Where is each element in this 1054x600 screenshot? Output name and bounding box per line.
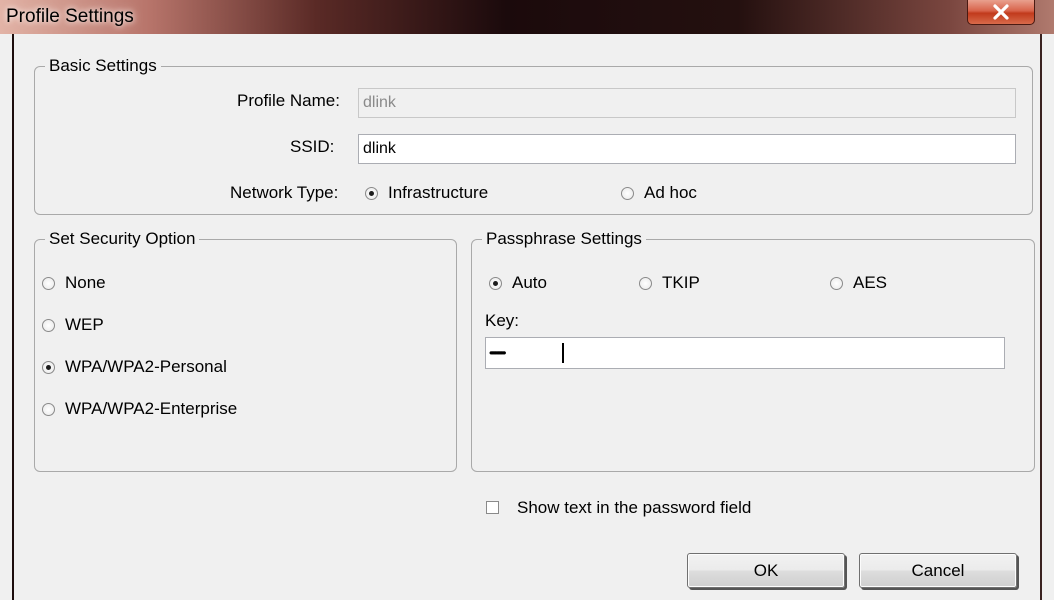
security-none-label: None <box>65 273 106 292</box>
key-label: Key: <box>485 311 520 330</box>
security-none-radio[interactable]: None <box>42 272 106 294</box>
text-caret <box>562 343 564 363</box>
profile-name-field[interactable]: dlink <box>358 88 1016 118</box>
network-type-infrastructure-label: Infrastructure <box>388 183 489 202</box>
radio-unchecked-icon <box>42 276 55 290</box>
radio-checked-icon <box>42 360 55 374</box>
show-text-checkbox[interactable] <box>486 501 499 514</box>
radio-unchecked-icon <box>830 276 843 290</box>
cipher-tkip-label: TKIP <box>662 273 700 292</box>
cipher-tkip-radio[interactable]: TKIP <box>639 272 700 294</box>
ssid-field[interactable]: dlink <box>358 134 1016 164</box>
network-type-adhoc-radio[interactable]: Ad hoc <box>621 182 697 204</box>
title-bar[interactable]: Profile Settings <box>0 0 1054 34</box>
ok-button[interactable]: OK <box>687 553 845 588</box>
security-wpa-personal-label: WPA/WPA2-Personal <box>65 357 227 376</box>
close-button[interactable] <box>967 0 1035 25</box>
network-type-label: Network Type: <box>230 183 339 202</box>
security-wpa-personal-radio[interactable]: WPA/WPA2-Personal <box>42 356 227 378</box>
network-type-infrastructure-radio[interactable]: Infrastructure <box>365 182 488 204</box>
radio-unchecked-icon <box>639 276 652 290</box>
radio-unchecked-icon <box>621 186 634 200</box>
security-option-legend: Set Security Option <box>45 228 200 250</box>
security-wep-label: WEP <box>65 315 104 334</box>
dialog-body: Basic Settings Profile Name: dlink SSID:… <box>12 34 1042 600</box>
security-wep-radio[interactable]: WEP <box>42 314 104 336</box>
cipher-auto-label: Auto <box>512 273 547 292</box>
window-title: Profile Settings <box>6 6 134 27</box>
radio-unchecked-icon <box>42 318 55 332</box>
profile-name-label: Profile Name: <box>237 91 340 110</box>
network-type-adhoc-label: Ad hoc <box>644 183 697 202</box>
radio-unchecked-icon <box>42 402 55 416</box>
cipher-auto-radio[interactable]: Auto <box>489 272 547 294</box>
security-wpa-enterprise-label: WPA/WPA2-Enterprise <box>65 399 238 418</box>
key-value: •••••••••••• <box>489 346 507 360</box>
ok-button-label: OK <box>753 560 779 580</box>
show-text-label[interactable]: Show text in the password field <box>517 497 751 519</box>
cipher-aes-radio[interactable]: AES <box>830 272 887 294</box>
cipher-aes-label: AES <box>853 273 888 292</box>
ssid-label: SSID: <box>290 137 335 156</box>
radio-checked-icon <box>365 186 378 200</box>
radio-checked-icon <box>489 276 502 290</box>
basic-settings-legend: Basic Settings <box>45 55 161 77</box>
close-icon <box>993 4 1009 20</box>
cancel-button[interactable]: Cancel <box>859 553 1017 588</box>
cancel-button-label: Cancel <box>911 560 965 580</box>
security-wpa-enterprise-radio[interactable]: WPA/WPA2-Enterprise <box>42 398 237 420</box>
passphrase-settings-legend: Passphrase Settings <box>482 228 646 250</box>
